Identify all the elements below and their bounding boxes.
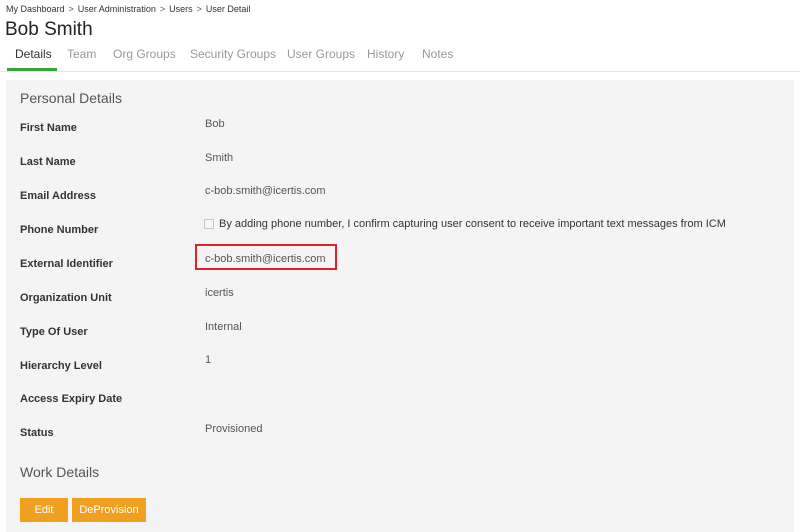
tab-history[interactable]: History <box>367 47 404 61</box>
last-name-label: Last Name <box>20 156 76 168</box>
deprovision-button[interactable]: DeProvision <box>72 498 146 522</box>
external-identifier-highlight <box>195 244 337 270</box>
type-of-user-value: Internal <box>205 321 242 333</box>
tab-details[interactable]: Details <box>15 47 52 61</box>
details-panel: Personal Details First Name Bob Last Nam… <box>6 80 794 532</box>
breadcrumb-user-administration[interactable]: User Administration <box>78 4 156 14</box>
tab-notes[interactable]: Notes <box>422 47 453 61</box>
external-identifier-label: External Identifier <box>20 258 113 270</box>
tab-org-groups[interactable]: Org Groups <box>113 47 176 61</box>
type-of-user-label: Type Of User <box>20 326 88 338</box>
breadcrumb-user-detail: User Detail <box>205 4 251 14</box>
personal-details-heading: Personal Details <box>20 90 122 106</box>
hierarchy-level-label: Hierarchy Level <box>20 360 102 372</box>
active-tab-indicator <box>7 68 57 71</box>
organization-unit-label: Organization Unit <box>20 292 112 304</box>
breadcrumb-separator: > <box>196 4 202 14</box>
first-name-label: First Name <box>20 122 77 134</box>
phone-consent-text: By adding phone number, I confirm captur… <box>219 218 726 230</box>
edit-button[interactable]: Edit <box>20 498 68 522</box>
work-details-heading: Work Details <box>20 464 100 480</box>
email-value: c-bob.smith@icertis.com <box>205 185 326 197</box>
organization-unit-value: icertis <box>205 287 234 299</box>
tab-security-groups[interactable]: Security Groups <box>190 47 276 61</box>
status-value: Provisioned <box>205 423 263 435</box>
last-name-value: Smith <box>205 152 234 164</box>
breadcrumb-separator: > <box>68 4 74 14</box>
first-name-value: Bob <box>205 118 225 130</box>
breadcrumb-separator: > <box>159 4 166 14</box>
status-label: Status <box>20 427 54 439</box>
breadcrumb-dashboard[interactable]: My Dashboard <box>6 4 65 14</box>
hierarchy-level-value: 1 <box>205 354 212 366</box>
breadcrumb-users[interactable]: Users <box>169 4 193 14</box>
phone-consent-checkbox[interactable] <box>204 219 214 229</box>
phone-label: Phone Number <box>20 224 99 236</box>
access-expiry-date-label: Access Expiry Date <box>20 393 123 405</box>
tab-user-groups[interactable]: User Groups <box>287 47 355 61</box>
tab-team[interactable]: Team <box>67 47 96 61</box>
tab-bar: Details Team Org Groups Security Groups … <box>0 44 800 72</box>
phone-consent: By adding phone number, I confirm captur… <box>204 218 726 230</box>
page-title: Bob Smith <box>5 19 93 40</box>
breadcrumb: My Dashboard > User Administration > Use… <box>6 4 250 14</box>
email-label: Email Address <box>20 190 97 202</box>
